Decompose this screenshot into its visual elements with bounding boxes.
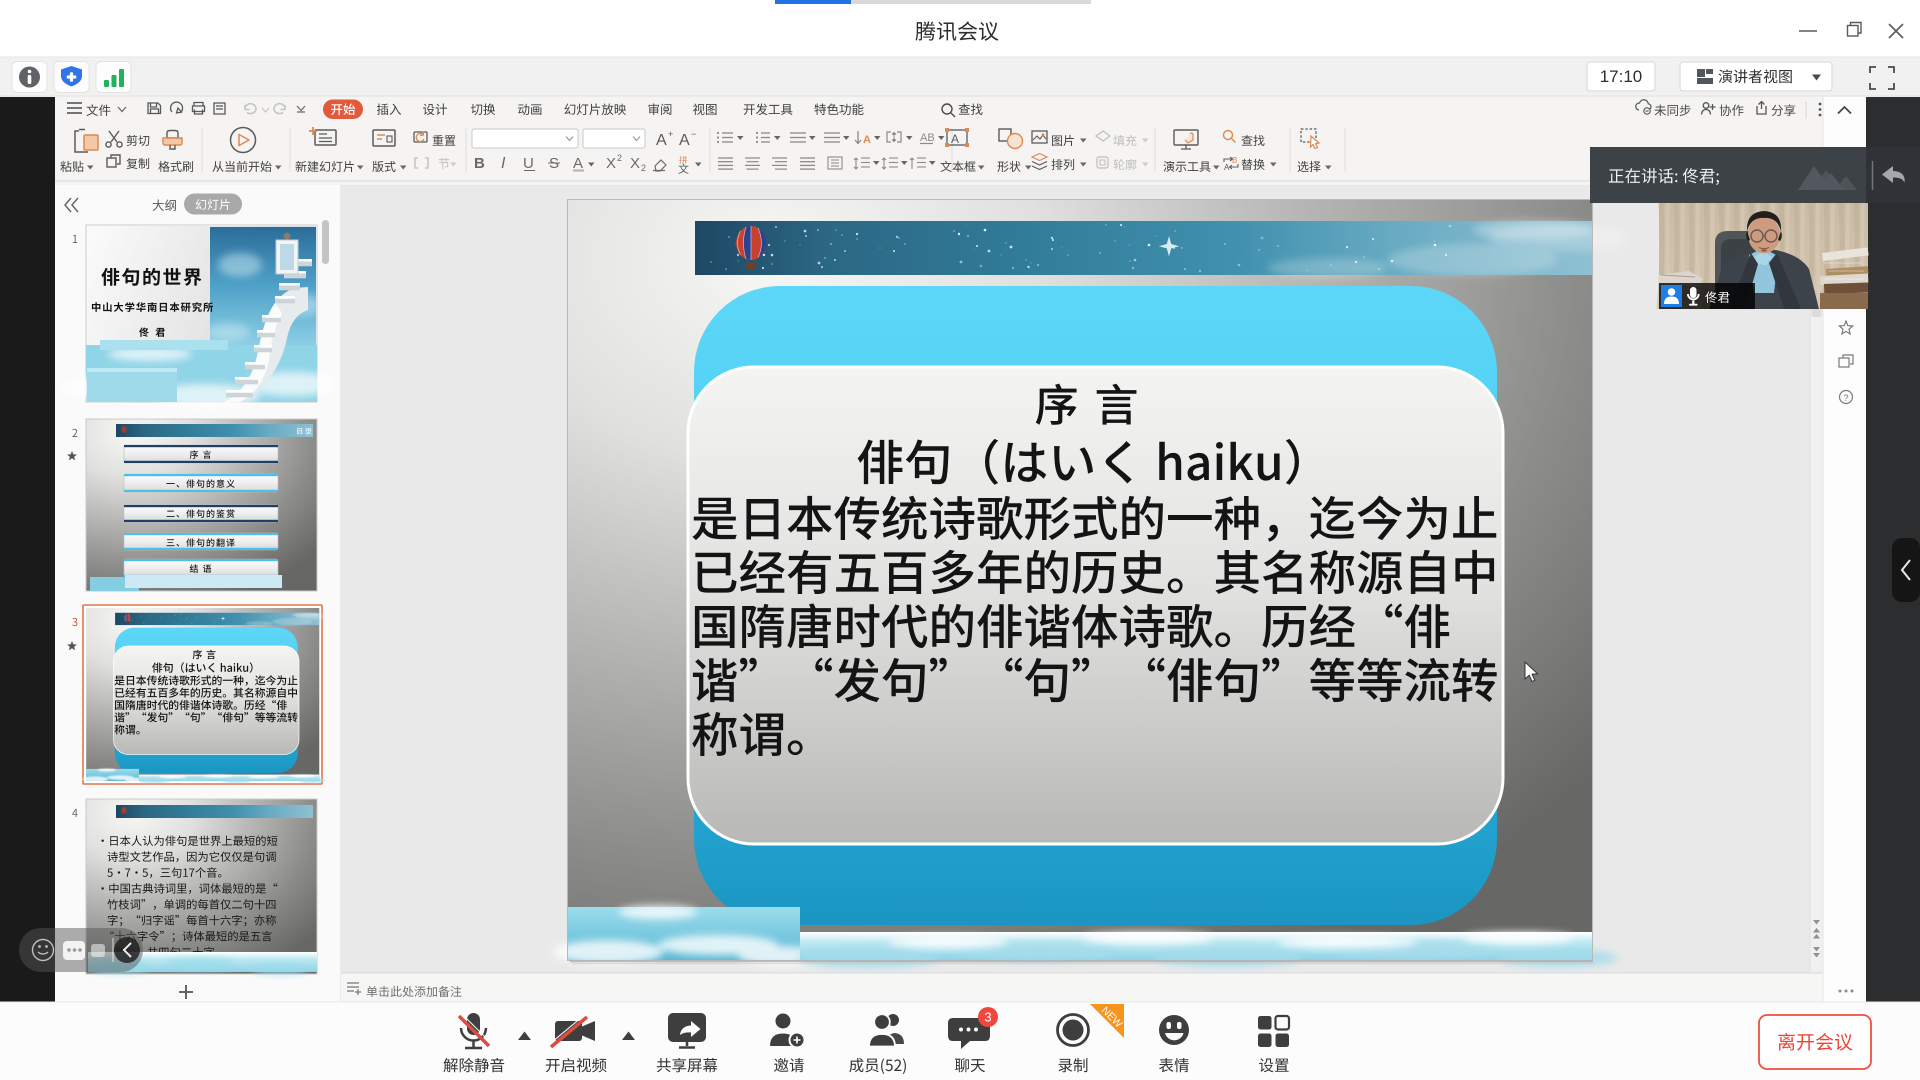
svg-text:AB: AB [920, 132, 935, 144]
svg-text:2: 2 [617, 153, 622, 163]
svg-text:?: ? [1843, 393, 1848, 403]
svg-text:X: X [606, 155, 616, 172]
svg-text:B: B [474, 155, 485, 172]
svg-text:−: − [691, 129, 696, 139]
svg-text:2: 2 [641, 163, 646, 173]
svg-text:A: A [656, 132, 667, 149]
svg-text:3: 3 [984, 1010, 991, 1025]
svg-text:U: U [523, 155, 534, 172]
svg-text:+: + [668, 129, 673, 139]
svg-text:X: X [630, 155, 640, 172]
svg-text:B: B [1232, 156, 1237, 165]
svg-text:A: A [951, 132, 959, 146]
svg-text:A: A [863, 134, 871, 146]
svg-text:I: I [501, 155, 506, 172]
svg-text:17:10: 17:10 [1600, 67, 1643, 86]
svg-text:A: A [679, 132, 690, 149]
svg-text:A: A [1224, 163, 1230, 172]
